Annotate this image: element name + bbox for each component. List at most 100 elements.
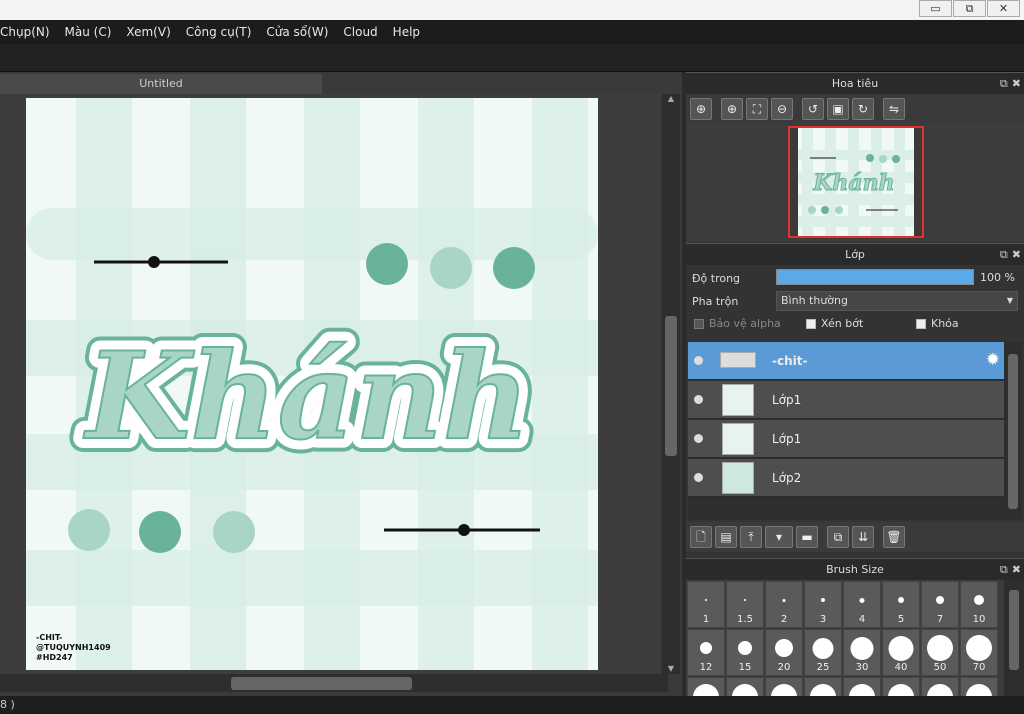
- brush-size-cell[interactable]: [960, 677, 998, 696]
- canvas-vertical-scroll-thumb[interactable]: [665, 316, 677, 456]
- protect-alpha-checkbox[interactable]: [694, 319, 704, 329]
- brush-dot: [810, 684, 836, 696]
- canvas-horizontal-scrollbar[interactable]: [0, 674, 668, 692]
- clipping-checkbox[interactable]: [806, 319, 816, 329]
- canvas[interactable]: Khánh Khánh Khánh -CHIT- @TUQUYNH1409 #H…: [26, 98, 598, 670]
- canvas-horizontal-scroll-thumb[interactable]: [231, 677, 412, 690]
- canvas-vertical-scrollbar[interactable]: ▲ ▼: [662, 94, 680, 674]
- close-button[interactable]: ✕: [987, 0, 1020, 17]
- navigator-preview[interactable]: Khánh: [686, 123, 1024, 242]
- menu-mau[interactable]: Màu (C): [65, 25, 112, 39]
- close-icon[interactable]: ✖: [1012, 77, 1021, 90]
- brush-dot: [888, 684, 914, 696]
- flip-icon[interactable]: ⇋: [883, 98, 905, 120]
- zoom-fit-icon[interactable]: ⊕: [690, 98, 712, 120]
- brush-size-30[interactable]: 30: [843, 629, 881, 676]
- visibility-icon[interactable]: [694, 434, 703, 443]
- trash-icon[interactable]: 🗑: [883, 526, 905, 548]
- brush-size-cell[interactable]: [687, 677, 725, 696]
- brush-size-15[interactable]: 15: [726, 629, 764, 676]
- popout-icon[interactable]: ⧉: [1000, 563, 1008, 576]
- brush-size-70[interactable]: 70: [960, 629, 998, 676]
- brush-size-20[interactable]: 20: [765, 629, 803, 676]
- brush-size-cell[interactable]: [765, 677, 803, 696]
- folder-icon[interactable]: ▬: [796, 526, 818, 548]
- brush-size-header: Brush Size ⧉ ✖: [686, 558, 1024, 580]
- brush-size-cell[interactable]: [726, 677, 764, 696]
- toolbar: [0, 44, 1024, 72]
- layer-row[interactable]: Lớp1: [688, 381, 1004, 419]
- minimize-button[interactable]: ▭: [919, 0, 952, 17]
- menu-xem[interactable]: Xem(V): [126, 25, 170, 39]
- zoom-out-icon[interactable]: ⊖: [771, 98, 793, 120]
- brush-size-1.5[interactable]: 1.5: [726, 581, 764, 628]
- scroll-down-icon[interactable]: ▼: [665, 664, 677, 674]
- menu-cong-cu[interactable]: Công cụ(T): [186, 25, 252, 39]
- popout-icon[interactable]: ⧉: [1000, 248, 1008, 261]
- brush-size-1[interactable]: 1: [687, 581, 725, 628]
- close-icon[interactable]: ✖: [1012, 563, 1021, 576]
- merge-layer-icon[interactable]: ⇊: [852, 526, 874, 548]
- brush-size-3[interactable]: 3: [804, 581, 842, 628]
- lock-option[interactable]: Khóa: [916, 317, 959, 330]
- brush-size-label: 25: [816, 662, 830, 673]
- lock-checkbox[interactable]: [916, 319, 926, 329]
- new-layer-icon[interactable]: 🗋: [690, 526, 712, 548]
- brush-size-12[interactable]: 12: [687, 629, 725, 676]
- menu-cua-so[interactable]: Cửa sổ(W): [266, 25, 328, 39]
- scroll-up-icon[interactable]: ▲: [665, 94, 677, 104]
- brush-size-label: 20: [777, 662, 791, 673]
- brush-size-cell[interactable]: [882, 677, 920, 696]
- duplicate-layer-icon[interactable]: ⧉: [827, 526, 849, 548]
- brush-size-label: 4: [858, 614, 866, 625]
- protect-alpha-option[interactable]: Bảo vệ alpha: [694, 317, 781, 330]
- brush-size-7[interactable]: 7: [921, 581, 959, 628]
- brush-size-5[interactable]: 5: [882, 581, 920, 628]
- brush-size-50[interactable]: 50: [921, 629, 959, 676]
- layer-row[interactable]: -chit- ✹: [688, 342, 1004, 380]
- canvas-viewport[interactable]: Khánh Khánh Khánh -CHIT- @TUQUYNH1409 #H…: [0, 94, 660, 674]
- brush-size-cell[interactable]: [921, 677, 959, 696]
- visibility-icon[interactable]: [694, 473, 703, 482]
- restore-button[interactable]: ⧉: [953, 0, 986, 17]
- clipping-option[interactable]: Xén bớt: [806, 317, 863, 330]
- menu-cloud[interactable]: Cloud: [343, 25, 377, 39]
- popout-icon[interactable]: ⧉: [1000, 77, 1008, 90]
- opacity-slider[interactable]: [776, 269, 974, 285]
- brush-grid-scroll-thumb[interactable]: [1009, 590, 1019, 670]
- brush-size-4[interactable]: 4: [843, 581, 881, 628]
- brush-size-label: 40: [894, 662, 908, 673]
- layer-list-scroll-thumb[interactable]: [1008, 354, 1018, 509]
- add-layer-menu-icon[interactable]: ▾: [765, 526, 793, 548]
- menu-chup[interactable]: Chụp(N): [0, 25, 50, 39]
- brush-size-cell[interactable]: [804, 677, 842, 696]
- visibility-icon[interactable]: [694, 395, 703, 404]
- brush-size-2[interactable]: 2: [765, 581, 803, 628]
- gear-icon[interactable]: ✹: [986, 350, 1000, 370]
- layer-row[interactable]: Lớp2: [688, 459, 1004, 497]
- layer-list-scrollbar[interactable]: [1004, 342, 1022, 520]
- document-tab[interactable]: Untitled: [0, 74, 322, 94]
- brush-size-25[interactable]: 25: [804, 629, 842, 676]
- title-text: Khánh: [83, 326, 530, 467]
- rotate-right-icon[interactable]: ↻: [852, 98, 874, 120]
- brush-size-cell[interactable]: [843, 677, 881, 696]
- brush-dot: [705, 599, 707, 601]
- right-panels: Hoa tiêu ⧉ ✖ ⊕ ⊕ ⛶ ⊖ ↺ ▣ ↻ ⇋ Khánh Lớp ⧉…: [686, 72, 1024, 696]
- navigator-viewport-frame[interactable]: Khánh: [788, 126, 924, 238]
- zoom-in-icon[interactable]: ⊕: [721, 98, 743, 120]
- brush-size-40[interactable]: 40: [882, 629, 920, 676]
- new-halftone-layer-icon[interactable]: ▤: [715, 526, 737, 548]
- brush-grid-scrollbar[interactable]: [1004, 580, 1024, 696]
- new-image-layer-icon[interactable]: ⤒: [740, 526, 762, 548]
- layer-row[interactable]: Lớp1: [688, 420, 1004, 458]
- rotate-left-icon[interactable]: ↺: [802, 98, 824, 120]
- visibility-icon[interactable]: [694, 356, 703, 365]
- actual-size-icon[interactable]: ▣: [827, 98, 849, 120]
- menu-help[interactable]: Help: [393, 25, 420, 39]
- close-icon[interactable]: ✖: [1012, 248, 1021, 261]
- blend-mode-select[interactable]: Bình thường ▼: [776, 291, 1018, 311]
- circle-6: [213, 511, 255, 553]
- fit-window-icon[interactable]: ⛶: [746, 98, 768, 120]
- brush-size-10[interactable]: 10: [960, 581, 998, 628]
